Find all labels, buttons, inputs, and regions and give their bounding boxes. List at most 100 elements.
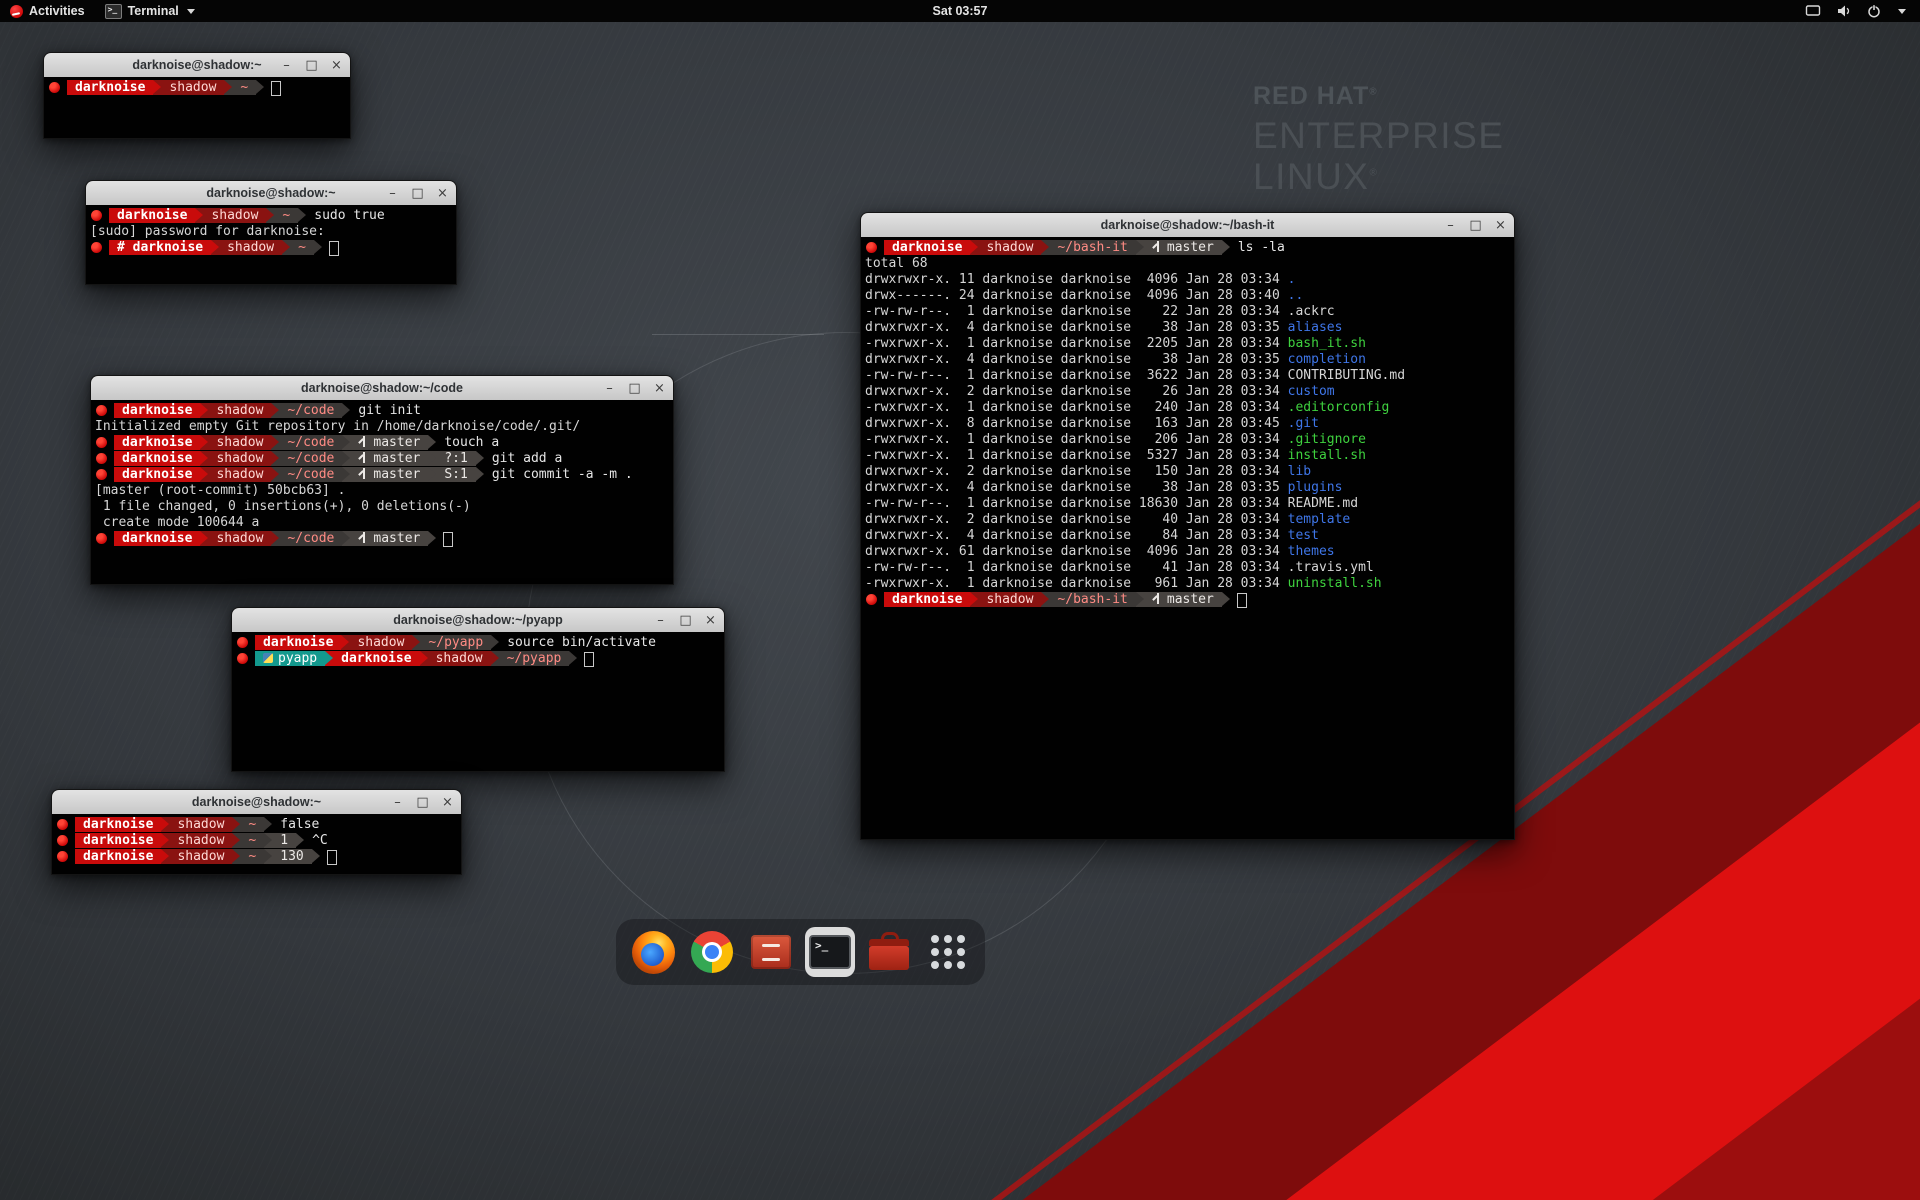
- prompt-segment-path: ~/bash-it: [1049, 240, 1135, 255]
- powerline-arrow-icon: [412, 635, 420, 650]
- terminal-line: drwxrwxr-x. 4 darknoise darknoise 38 Jan…: [865, 480, 1514, 496]
- prompt-segment-path: ~/bash-it: [1049, 592, 1135, 607]
- clock[interactable]: Sat 03:57: [923, 0, 998, 22]
- terminal-line: darknoiseshadow~/pyappsource bin/activat…: [236, 635, 724, 651]
- powerline-arrow-icon: [256, 80, 264, 95]
- close-button[interactable]: ×: [330, 59, 343, 72]
- terminal-content[interactable]: darknoiseshadow~/codegit initInitialized…: [91, 400, 673, 584]
- window-title: darknoise@shadow:~: [206, 186, 335, 200]
- minimize-button[interactable]: –: [654, 614, 667, 627]
- output-text: -rwxrwxr-x. 1 darknoise darknoise 961 Ja…: [865, 576, 1288, 591]
- powerline-arrow-icon: [232, 817, 240, 832]
- toolbox-icon: [869, 946, 909, 970]
- activities-button[interactable]: Activities: [0, 0, 95, 22]
- prompt-segment-path: ~: [240, 833, 264, 848]
- powerline-arrow-icon: [211, 240, 219, 255]
- terminal-content[interactable]: darknoiseshadow~sudo true[sudo] password…: [86, 205, 456, 284]
- prompt-segment-host: shadow: [169, 833, 232, 848]
- minimize-button[interactable]: –: [603, 382, 616, 395]
- prompt-segment-host: shadow: [203, 208, 266, 223]
- terminal-line: darknoiseshadow~sudo true: [90, 208, 456, 224]
- app-menu-terminal[interactable]: Terminal: [95, 0, 205, 22]
- executable-name: bash_it.sh: [1288, 336, 1366, 351]
- prompt-segment-branch: master: [350, 531, 428, 546]
- dock-item-terminal[interactable]: [805, 927, 855, 977]
- titlebar[interactable]: darknoise@shadow:~ – □ ×: [86, 181, 456, 206]
- powerline-arrow-icon: [970, 592, 978, 607]
- terminal-window-home-2: darknoise@shadow:~ – □ × darknoiseshadow…: [51, 789, 462, 875]
- maximize-button[interactable]: □: [1469, 219, 1482, 232]
- rhel-wallpaper-logo: RED HAT® ENTERPRISE LINUX®: [1253, 84, 1504, 195]
- terminal-line: darknoiseshadow~/codemastertouch a: [95, 435, 673, 451]
- prompt-redhat-icon: [49, 82, 60, 93]
- prompt-segment-path: ~/code: [279, 435, 342, 450]
- prompt-redhat-icon: [237, 637, 248, 648]
- powerline-arrow-icon: [271, 467, 279, 482]
- terminal-line: total 68: [865, 256, 1514, 272]
- terminal-content[interactable]: darknoiseshadow~: [44, 77, 350, 138]
- output-text: -rw-rw-r--. 1 darknoise darknoise 22 Jan…: [865, 304, 1288, 319]
- powerline-arrow-icon: [195, 208, 203, 223]
- minimize-button[interactable]: –: [386, 187, 399, 200]
- powerline-arrow-icon: [314, 240, 322, 255]
- titlebar[interactable]: darknoise@shadow:~/bash-it – □ ×: [861, 213, 1514, 238]
- prompt-segment-path: ~/pyapp: [499, 651, 570, 666]
- titlebar[interactable]: darknoise@shadow:~/code – □ ×: [91, 376, 673, 401]
- firefox-icon: [632, 931, 675, 974]
- dock-item-app-grid[interactable]: [923, 927, 973, 977]
- maximize-button[interactable]: □: [416, 796, 429, 809]
- dock-item-firefox[interactable]: [628, 927, 678, 977]
- powerline-arrow-icon: [161, 833, 169, 848]
- powerline-arrow-icon: [153, 80, 161, 95]
- prompt-segment-user: darknoise: [255, 635, 341, 650]
- close-button[interactable]: ×: [441, 796, 454, 809]
- output-text: [sudo] password for darknoise:: [90, 224, 333, 239]
- terminal-cursor: [1237, 593, 1247, 608]
- terminal-content[interactable]: darknoiseshadow~/pyappsource bin/activat…: [232, 632, 724, 771]
- titlebar[interactable]: darknoise@shadow:~ – □ ×: [44, 53, 350, 78]
- titlebar[interactable]: darknoise@shadow:~/pyapp – □ ×: [232, 608, 724, 633]
- output-text: drwxrwxr-x. 4 darknoise darknoise 38 Jan…: [865, 352, 1288, 367]
- wallpaper-thin-line: [652, 334, 824, 335]
- maximize-button[interactable]: □: [411, 187, 424, 200]
- git-branch-icon: [358, 468, 368, 479]
- terminal-line: [master (root-commit) 50bcb63] .: [95, 483, 673, 499]
- maximize-button[interactable]: □: [679, 614, 692, 627]
- powerline-arrow-icon: [200, 435, 208, 450]
- close-button[interactable]: ×: [653, 382, 666, 395]
- close-button[interactable]: ×: [704, 614, 717, 627]
- prompt-segment-path: ~/pyapp: [420, 635, 491, 650]
- terminal-line: -rwxrwxr-x. 1 darknoise darknoise 2205 J…: [865, 336, 1514, 352]
- output-text: -rwxrwxr-x. 1 darknoise darknoise 240 Ja…: [865, 400, 1288, 415]
- directory-name: custom: [1288, 384, 1335, 399]
- dock-item-files[interactable]: [746, 927, 796, 977]
- prompt-segment-user: darknoise: [114, 531, 200, 546]
- maximize-button[interactable]: □: [628, 382, 641, 395]
- terminal-content[interactable]: darknoiseshadow~/bash-itmasterls -latota…: [861, 237, 1514, 839]
- terminal-line: darknoiseshadow~/codemasterS:1git commit…: [95, 467, 673, 483]
- directory-name: .: [1288, 272, 1296, 287]
- executable-name: uninstall.sh: [1288, 576, 1382, 591]
- titlebar[interactable]: darknoise@shadow:~ – □ ×: [52, 790, 461, 815]
- close-button[interactable]: ×: [436, 187, 449, 200]
- directory-name: themes: [1288, 544, 1335, 559]
- window-title: darknoise@shadow:~/pyapp: [393, 613, 563, 627]
- powerline-arrow-icon: [1136, 592, 1144, 607]
- prompt-segment-host: shadow: [428, 651, 491, 666]
- minimize-button[interactable]: –: [1444, 219, 1457, 232]
- minimize-button[interactable]: –: [280, 59, 293, 72]
- grid-dot: [931, 948, 939, 956]
- terminal-line: drwxrwxr-x. 4 darknoise darknoise 38 Jan…: [865, 320, 1514, 336]
- dock-item-chrome[interactable]: [687, 927, 737, 977]
- terminal-content[interactable]: darknoiseshadow~falsedarknoiseshadow~1^C…: [52, 814, 461, 874]
- minimize-button[interactable]: –: [391, 796, 404, 809]
- prompt-segment-path: ~/code: [279, 531, 342, 546]
- file-name: .travis.yml: [1288, 560, 1374, 575]
- output-text: drwxrwxr-x. 2 darknoise darknoise 40 Jan…: [865, 512, 1288, 527]
- prompt-segment-branch: master: [350, 467, 428, 482]
- activities-label: Activities: [29, 4, 85, 18]
- dock-item-software[interactable]: [864, 927, 914, 977]
- system-status-area[interactable]: [1805, 0, 1920, 22]
- close-button[interactable]: ×: [1494, 219, 1507, 232]
- maximize-button[interactable]: □: [305, 59, 318, 72]
